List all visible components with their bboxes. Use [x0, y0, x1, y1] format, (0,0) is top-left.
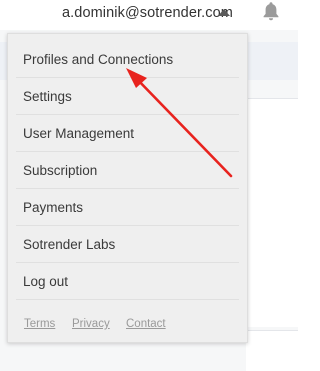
top-header: a.dominik@sotrender.com [0, 0, 298, 30]
menu-item-settings[interactable]: Settings [16, 79, 239, 115]
menu-item-user-management[interactable]: User Management [16, 116, 239, 152]
page: a.dominik@sotrender.com Profiles and Con… [0, 0, 298, 371]
user-dropdown-menu: Profiles and Connections Settings User M… [7, 33, 248, 343]
bell-icon[interactable] [262, 1, 280, 21]
footer-link-privacy[interactable]: Privacy [72, 318, 110, 330]
background-card [246, 330, 298, 371]
user-email-label[interactable]: a.dominik@sotrender.com [62, 5, 233, 21]
menu-item-log-out[interactable]: Log out [16, 264, 239, 300]
caret-up-icon[interactable] [218, 9, 230, 16]
footer-link-contact[interactable]: Contact [126, 318, 166, 330]
menu-item-payments[interactable]: Payments [16, 190, 239, 226]
menu-item-profiles-and-connections[interactable]: Profiles and Connections [16, 42, 239, 78]
footer-link-terms[interactable]: Terms [24, 318, 55, 330]
background-card [246, 98, 298, 327]
menu-item-subscription[interactable]: Subscription [16, 153, 239, 189]
menu-item-sotrender-labs[interactable]: Sotrender Labs [16, 227, 239, 263]
